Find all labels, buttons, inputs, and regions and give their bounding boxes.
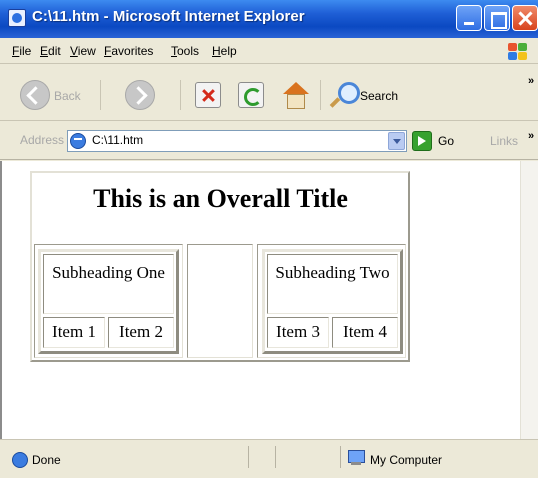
address-value[interactable]: C:\11.htm <box>92 133 143 147</box>
refresh-icon[interactable] <box>238 82 264 108</box>
go-button-label[interactable]: Go <box>438 134 454 148</box>
status-separator <box>248 446 249 468</box>
home-icon[interactable] <box>282 82 309 109</box>
overall-title: This is an Overall Title <box>93 184 348 213</box>
item-2: Item 2 <box>119 322 163 341</box>
item-4: Item 4 <box>343 322 387 341</box>
toolbar-separator <box>180 80 181 110</box>
back-arrow-icon[interactable] <box>20 80 50 110</box>
menu-edit[interactable]: Edit <box>40 44 61 58</box>
address-dropdown-icon[interactable] <box>388 132 405 150</box>
close-button[interactable] <box>512 5 538 31</box>
window-title: C:\11.htm - Microsoft Internet Explorer <box>32 8 305 25</box>
minimize-button[interactable] <box>456 5 482 31</box>
status-separator <box>275 446 276 468</box>
item-1: Item 1 <box>52 322 96 341</box>
stop-icon[interactable] <box>195 82 221 108</box>
menu-favorites[interactable]: Favorites <box>104 44 153 58</box>
vertical-scrollbar[interactable] <box>520 161 538 439</box>
search-button-label[interactable]: Search <box>360 89 398 103</box>
page-icon <box>70 133 86 149</box>
toolbar-separator <box>100 80 101 110</box>
internet-explorer-icon[interactable] <box>8 9 26 27</box>
maximize-button[interactable] <box>484 5 510 31</box>
menu-file[interactable]: File <box>12 44 31 58</box>
search-icon[interactable] <box>330 80 360 108</box>
forward-arrow-icon[interactable] <box>125 80 155 110</box>
security-zone-text: My Computer <box>370 453 443 467</box>
item-3: Item 3 <box>276 322 320 341</box>
links-label[interactable]: Links <box>490 134 518 148</box>
toolbar-overflow-chevron[interactable]: » <box>528 75 534 87</box>
menu-help[interactable]: Help <box>212 44 237 58</box>
toolbar-separator <box>320 80 321 110</box>
menu-bar: File Edit View Favorites Tools Help <box>0 38 538 64</box>
browser-window: C:\11.htm - Microsoft Internet Explorer … <box>0 0 538 478</box>
status-separator <box>340 446 341 468</box>
windows-logo-icon <box>498 41 532 63</box>
status-bar <box>0 439 538 478</box>
menu-tools[interactable]: Tools <box>171 44 199 58</box>
subheading-two: Subheading Two <box>275 263 390 282</box>
go-arrow-icon[interactable] <box>412 131 432 151</box>
page-done-icon <box>12 452 28 468</box>
title-bar[interactable]: C:\11.htm - Microsoft Internet Explorer <box>0 0 538 38</box>
outer-table-cell-empty <box>187 244 253 358</box>
back-button-label[interactable]: Back <box>54 89 81 103</box>
my-computer-icon <box>347 450 365 466</box>
menu-view[interactable]: View <box>70 44 96 58</box>
links-overflow-chevron[interactable]: » <box>528 130 534 142</box>
subheading-one: Subheading One <box>52 263 165 282</box>
status-text: Done <box>32 453 61 467</box>
address-label: Address <box>20 133 65 147</box>
